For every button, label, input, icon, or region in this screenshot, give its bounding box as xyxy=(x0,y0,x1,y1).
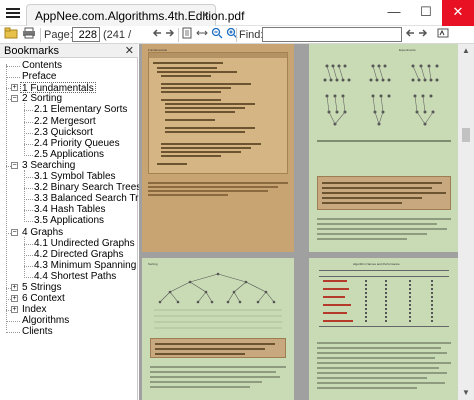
vertical-scrollbar[interactable]: ▲ ▼ xyxy=(458,44,474,400)
page-header: Sorting xyxy=(148,262,158,266)
bookmark-item[interactable]: 3.2 Binary Search Trees xyxy=(34,182,141,193)
scroll-down-icon[interactable]: ▼ xyxy=(458,386,474,400)
page-top-right: Experiments xyxy=(309,44,459,252)
bookmark-item[interactable]: Preface xyxy=(22,71,56,82)
bookmark-item[interactable]: 2.3 Quicksort xyxy=(34,127,93,138)
bookmark-item[interactable]: 4.4 Shortest Paths xyxy=(34,271,116,282)
scroll-thumb[interactable] xyxy=(462,128,470,142)
find-prev-icon[interactable] xyxy=(404,27,416,43)
bookmark-item[interactable]: 6 Context xyxy=(22,293,65,304)
maximize-button[interactable]: ☐ xyxy=(410,0,442,26)
find-next-icon[interactable] xyxy=(417,27,429,43)
bookmark-item[interactable]: 4 Graphs xyxy=(22,227,63,238)
page-bottom-right: Algorithm Names and Performance xyxy=(309,258,459,400)
bookmark-item[interactable]: 2.5 Applications xyxy=(34,149,104,160)
bookmarks-header: Bookmarks ✕ xyxy=(0,44,138,58)
next-page-icon[interactable] xyxy=(164,27,176,43)
hamburger-icon[interactable] xyxy=(4,4,22,22)
page-top-left: Fundamentals xyxy=(142,44,294,252)
bookmark-item[interactable]: 3.1 Symbol Tables xyxy=(34,171,116,182)
bookmarks-title: Bookmarks xyxy=(4,45,60,57)
section-header: Experiments xyxy=(399,48,416,52)
bookmark-item[interactable]: Clients xyxy=(22,326,53,337)
fit-page-icon[interactable] xyxy=(180,27,194,43)
note-box xyxy=(150,338,286,358)
match-case-icon[interactable] xyxy=(436,27,450,43)
bookmark-item[interactable]: 2.4 Priority Queues xyxy=(34,138,120,149)
bookmark-item[interactable]: 3.4 Hash Tables xyxy=(34,204,106,215)
title-bar: AppNee.com.Algorithms.4th.Edition.pdf × … xyxy=(0,0,474,26)
collapse-icon[interactable]: − xyxy=(11,95,18,103)
expand-icon[interactable]: + xyxy=(11,306,18,314)
fit-width-icon[interactable] xyxy=(195,27,209,43)
open-icon[interactable] xyxy=(3,27,19,43)
tree-figure xyxy=(323,64,439,126)
page-number-input[interactable] xyxy=(72,27,100,42)
sort-trace-figure xyxy=(154,272,282,329)
bookmarks-panel: Bookmarks ✕ Contents Preface 1 Fundamental… xyxy=(0,44,164,400)
expand-icon[interactable]: + xyxy=(11,284,18,291)
bookmark-item[interactable]: 2 Sorting xyxy=(22,93,62,104)
close-window-button[interactable]: ✕ xyxy=(442,0,474,26)
toolbar: Page: (241 / 969) Find: xyxy=(0,26,474,57)
bookmarks-close-icon[interactable]: ✕ xyxy=(125,44,134,58)
tab-title: AppNee.com.Algorithms.4th.Edition.pdf xyxy=(35,9,245,23)
bookmark-item[interactable]: 5 Strings xyxy=(22,282,61,293)
bookmark-item[interactable]: 2.2 Mergesort xyxy=(34,116,96,127)
bookmark-item[interactable]: 4.2 Directed Graphs xyxy=(34,249,124,260)
scroll-up-icon[interactable]: ▲ xyxy=(458,44,474,58)
bookmark-item[interactable]: 2.1 Elementary Sorts xyxy=(34,104,127,115)
prev-page-icon[interactable] xyxy=(151,27,163,43)
minimize-button[interactable]: — xyxy=(378,0,410,26)
bookmark-item[interactable]: 3.5 Applications xyxy=(34,215,104,226)
bookmark-item[interactable]: 4.1 Undirected Graphs xyxy=(34,238,135,249)
bookmark-item[interactable]: Index xyxy=(22,304,46,315)
bookmark-item[interactable]: 3 Searching xyxy=(22,160,75,171)
document-tab[interactable]: AppNee.com.Algorithms.4th.Edition.pdf × xyxy=(26,4,244,26)
page-label: Page: xyxy=(44,29,73,41)
bookmark-item[interactable]: Contents xyxy=(22,60,62,71)
bookmark-item[interactable]: 1 Fundamentals xyxy=(20,82,96,94)
page-bottom-left: Sorting xyxy=(142,258,294,400)
find-label: Find: xyxy=(239,29,264,41)
tab-close-icon[interactable]: × xyxy=(202,8,209,22)
zoom-out-icon[interactable] xyxy=(210,27,224,43)
code-listing xyxy=(148,52,288,174)
document-viewer[interactable]: Fundamentals Experiments Sorting Algorit… xyxy=(139,44,474,400)
expand-icon[interactable]: + xyxy=(11,84,18,92)
proposition-box xyxy=(317,176,451,210)
collapse-icon[interactable]: − xyxy=(11,228,18,236)
collapse-icon[interactable]: − xyxy=(11,161,18,169)
bookmark-item[interactable]: Algorithms xyxy=(22,315,69,326)
find-input[interactable] xyxy=(262,27,402,42)
page-count: (241 / 969) xyxy=(103,29,132,57)
page-header: Algorithm Names and Performance xyxy=(353,262,400,266)
print-icon[interactable] xyxy=(21,27,37,43)
performance-table xyxy=(319,270,449,334)
expand-icon[interactable]: + xyxy=(11,295,18,303)
bookmark-item[interactable]: 3.3 Balanced Search Trees xyxy=(34,193,155,204)
